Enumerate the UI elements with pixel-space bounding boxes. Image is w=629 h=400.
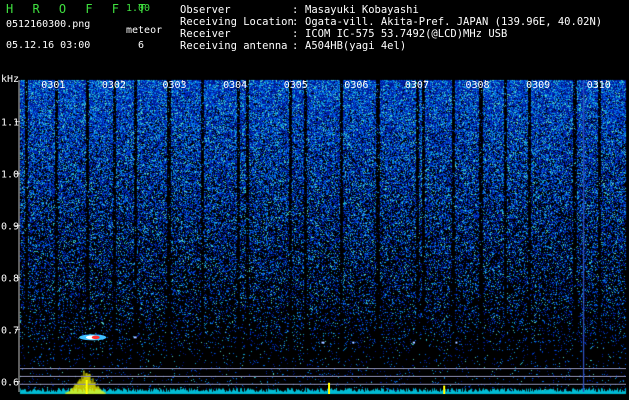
x-tick-label: 0301: [41, 80, 65, 91]
receiver-colon: :: [292, 28, 299, 40]
y-tick-label: 0.9: [1, 222, 19, 233]
meteor-echoes: [79, 334, 458, 394]
x-tick-label: 0304: [223, 80, 247, 91]
x-tick-label: 0303: [163, 80, 187, 91]
x-tick-label: 0302: [102, 80, 126, 91]
location-value: Ogata-vill. Akita-Pref. JAPAN (139.96E, …: [305, 16, 603, 28]
date-time: 05.12.16 03:00: [6, 40, 91, 51]
observer-label: Observer: [180, 4, 231, 16]
location-colon: :: [292, 16, 299, 28]
y-tick-label: 1.0: [1, 170, 19, 181]
meteor-echo: [321, 341, 325, 344]
x-tick-label: 0307: [405, 80, 429, 91]
file-name: 0512160300.png: [6, 19, 91, 30]
meteor-echo: [352, 341, 355, 344]
meteor-echo-peak: [91, 335, 100, 340]
y-tick-label: 0.8: [1, 274, 19, 285]
receiver-label: Receiver: [180, 28, 231, 40]
reference-lines: [20, 80, 626, 392]
y-tick-label: 0.6: [1, 378, 19, 389]
x-tick-label: 0306: [344, 80, 368, 91]
meteor-echo: [412, 341, 416, 344]
chart-overlay: 1.1 1.0 0.9 0.8 0.7 0.6 kHz 0301 0302 0303 0304 030…: [1, 74, 626, 394]
meteor-label: meteor: [126, 25, 163, 36]
meteor-count: 6: [138, 40, 145, 51]
y-tick-label: 0.7: [1, 326, 19, 337]
axis-labels: 1.1 1.0 0.9 0.8 0.7 0.6 kHz 0301 0302 0303 0304 030…: [1, 74, 611, 389]
y-tick-label: 1.1: [1, 118, 19, 129]
receiver-value: ICOM IC-575 53.7492(@LCD)MHz USB: [305, 28, 508, 40]
x-tick-label: 0310: [587, 80, 611, 91]
meteor-echo: [455, 341, 458, 344]
location-label: Receiving Location: [180, 16, 294, 28]
meteor-echo: [133, 336, 137, 339]
y-unit-label: kHz: [1, 74, 19, 85]
x-tick-label: 0309: [526, 80, 550, 91]
x-tick-label: 0308: [466, 80, 490, 91]
app-version: 1.00: [126, 3, 151, 14]
antenna-colon: :: [292, 40, 299, 52]
observer-colon: :: [292, 4, 299, 16]
observer-value: Masayuki Kobayashi: [305, 4, 419, 16]
x-tick-label: 0305: [284, 80, 308, 91]
antenna-value: A504HB(yagi 4el): [305, 40, 407, 52]
antenna-label: Receiving antenna: [180, 40, 288, 52]
